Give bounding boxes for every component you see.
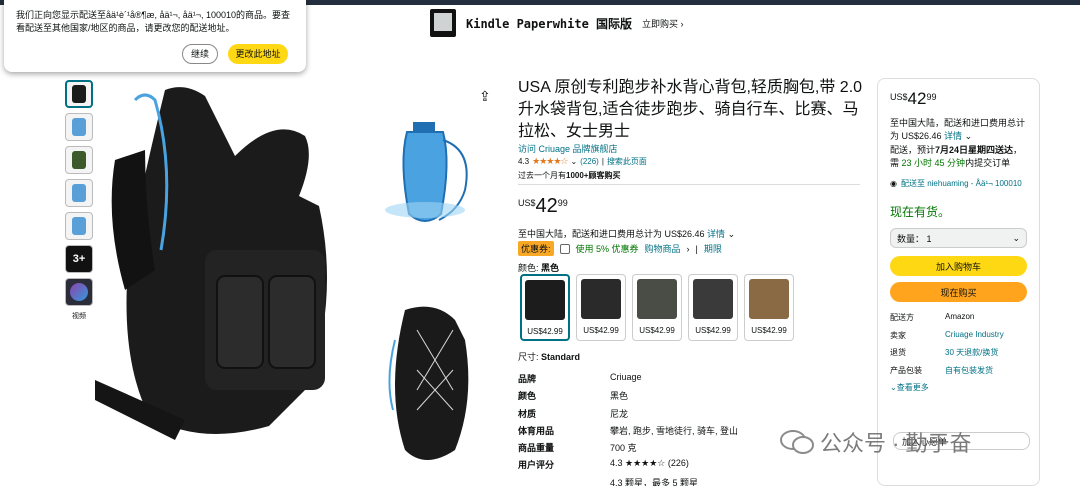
review-count-link[interactable]: (226) [580,157,599,166]
search-page-link[interactable]: 搜索此页面 [607,156,647,167]
kindle-ad-title: Kindle Paperwhite 国际版 [466,16,633,31]
watermark: 公众号 · 勤于奋 [780,426,972,458]
address-popup-text: 我们正向您显示配送至åä¹è´¹å®¶æ, åä¹¬, åä¹¬, 100010… [16,10,291,33]
buy-now-button[interactable]: 现在购买 [890,282,1027,302]
coupon-terms-link[interactable]: 期限 [704,242,722,255]
wechat-icon [780,430,814,454]
kindle-buy-link[interactable]: 立即购买 › [642,17,684,30]
seller-info-row: 配送方 Amazon [890,312,975,322]
seller-info-row: 卖家 Criuage Industry [890,329,1004,340]
coupon-badge: 优惠券: [518,241,554,256]
rating-value: 4.3 [518,157,530,166]
spec-row: 体育用品 攀岩, 跑步, 雪地徒行, 骑车, 登山 [518,425,739,436]
spec-row: 颜色 黑色 [518,391,629,402]
coupon-checkbox[interactable] [559,243,570,254]
size-label: 尺寸: Standard [518,352,581,362]
swatch-image [637,279,677,319]
divider [518,184,860,185]
color-label: 颜色: 黑色 [518,263,560,273]
buybox-details-link[interactable]: 详情 [944,131,962,141]
backpack-back-view-image [388,306,469,460]
thumbnail-strip: 3+ 视频 [65,80,95,321]
coupon-items-link[interactable]: 购物商品 [645,242,681,255]
backpack-black-image [95,87,327,440]
seller-info-row: 退货 30 天退款/换货 [890,348,999,357]
spec-row: 材质 尼龙 [518,408,629,419]
shipping-note: 至中国大陆，配送和进口费用总计为 US$26.46 详情 ⌄ [518,229,736,239]
buybox-price: US$ 42 99 [890,89,937,108]
swatch-image [525,280,565,320]
spec-row: 商品重量 700 克 [518,443,637,454]
product-title: USA 原创专利跑步补水背心背包,轻质胸包,带 2.0 升水袋背包,适合徒步跑步… [518,79,863,140]
color-swatches: US$42.99 US$42.99 US$42.99 US$42.99 US$4… [520,274,794,341]
play-icon [70,283,88,301]
thumbnail-5[interactable] [65,212,93,240]
delivery-estimate: 配送，预计7月24日星期四送达，需 23 小时 45 分钟内提交订单 [890,145,1023,168]
thumbnail-4[interactable] [65,179,93,207]
product-main-image[interactable] [95,80,510,480]
buy-box: US$ 42 99 至中国大陆，配送和进口费用总计为 US$26.46 详情 ⌄… [877,78,1040,486]
add-to-cart-button[interactable]: 加入购物车 [890,256,1027,276]
coupon-row: 优惠券: 使用 5% 优惠券 购物商品 › | 期限 [518,241,722,256]
continue-button[interactable]: 继续 [182,44,218,64]
quantity-select[interactable]: 数量： 1 ⌄ [890,228,1027,248]
deliver-to[interactable]: ◉ 配送至 niehuaming - Åä¹¬ 100010 [890,178,1027,189]
shipping-details-link[interactable]: 详情 [707,229,725,239]
video-thumbnail[interactable] [65,278,93,306]
chevron-down-icon[interactable]: ⌄ [570,157,577,166]
swatch-image [749,279,789,319]
rating-sub-text: 4.3 颗星，最多 5 颗星 [610,477,699,486]
seller-info-row: 产品包装 自有包装发货 [890,365,993,375]
chevron-down-icon[interactable]: ⌄ [728,229,736,239]
color-swatch[interactable]: US$42.99 [520,274,570,341]
location-pin-icon: ◉ [890,179,897,188]
price: US$ 42 99 [518,195,568,217]
see-more-link[interactable]: ⌄查看更多 [890,382,1027,393]
swatch-image [693,279,733,319]
color-swatch[interactable]: US$42.99 [744,274,794,341]
swatch-image [581,279,621,319]
seller-info-table: 配送方 Amazon 卖家 Criuage Industry 退货 30 天退款/换货… [890,312,1027,382]
more-images-thumbnail[interactable]: 3+ [65,245,93,273]
stock-status: 现在有货。 [890,205,951,219]
spec-row: 用户评分 4.3 ★★★★☆ (226) [518,458,689,471]
color-swatch[interactable]: US$42.99 [688,274,738,341]
bought-count: 过去一个月有1000+顾客购买 [518,171,621,180]
rating-stars[interactable]: ★★★★☆ [532,156,568,167]
chevron-down-icon: ⌄ [890,383,897,392]
kindle-ad-banner[interactable]: Kindle Paperwhite 国际版 立即购买 › [430,8,684,38]
chevron-down-icon[interactable]: ⌄ [965,131,973,141]
kindle-device-image [430,9,456,37]
coupon-text: 使用 5% 优惠券 [575,244,639,254]
chevron-right-icon: › [686,243,690,254]
address-popup: 我们正向您显示配送至åä¹è´¹å®¶æ, åä¹¬, åä¹¬, 100010… [4,0,306,72]
water-bladder-image [380,118,470,228]
thumbnail-2[interactable] [65,113,93,141]
store-link[interactable]: 访问 Criuage 品牌旗舰店 [518,142,618,155]
color-swatch[interactable]: US$42.99 [576,274,626,341]
spec-table: 品牌 Criuage 颜色 黑色 材质 尼龙 体育用品 攀岩, 跑步, 雪地徒行, 骑车… [518,372,750,486]
change-address-button[interactable]: 更改此地址 [228,44,288,64]
color-swatch[interactable]: US$42.99 [632,274,682,341]
video-label: 视频 [72,313,86,320]
share-icon[interactable]: ⇪ [479,88,491,105]
thumbnail-1[interactable] [65,80,93,108]
rating-row: 4.3 ★★★★☆ ⌄ (226) | 搜索此页面 [518,156,647,167]
chevron-down-icon: ⌄ [1012,232,1020,243]
thumbnail-3[interactable] [65,146,93,174]
buybox-shipping-note: 至中国大陆，配送和进口费用总计为 US$26.46 详情 ⌄ [890,118,1026,141]
spec-row: 品牌 Criuage [518,372,642,384]
